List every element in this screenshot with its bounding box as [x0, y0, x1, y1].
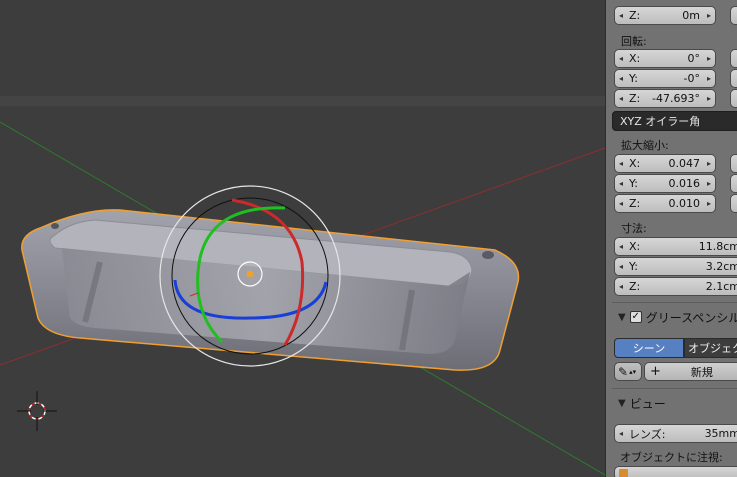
increment-arrow-icon[interactable]: ▸: [703, 94, 715, 103]
chevron-updown-icon: ▴▾: [629, 367, 637, 376]
tab-object[interactable]: オブジェクト: [684, 338, 737, 358]
field-label: Y:: [629, 177, 638, 190]
object-origin-dot: [246, 270, 254, 278]
field-value: 0°: [687, 52, 701, 65]
plus-icon: +: [650, 364, 661, 379]
decrement-arrow-icon[interactable]: ◂: [615, 11, 627, 20]
field-label: Z:: [629, 92, 641, 105]
rotation-label: 回転:: [621, 35, 647, 48]
rotation-mode-dropdown[interactable]: XYZ オイラー角: [612, 111, 737, 131]
dimensions-x-field[interactable]: ◂ X: 11.8cm: [614, 237, 737, 256]
pencil-icon: ✎: [618, 364, 629, 379]
field-value: 3.2cm: [705, 260, 737, 273]
scale-x-lock-toggle[interactable]: [730, 154, 737, 173]
rotation-y-lock-toggle[interactable]: [730, 69, 737, 88]
new-button-label: 新規: [690, 365, 713, 379]
tab-scene[interactable]: シーン: [614, 338, 684, 358]
increment-arrow-icon[interactable]: ▸: [703, 199, 715, 208]
location-z-field[interactable]: ◂ Z: 0m ▸: [614, 6, 716, 25]
scale-x-field[interactable]: ◂ X: 0.047 ▸: [614, 154, 716, 173]
grease-pencil-panel-header[interactable]: ▼ ✓ グリースペンシル: [612, 305, 737, 329]
lock-object-field[interactable]: [614, 466, 737, 477]
decrement-arrow-icon[interactable]: ◂: [615, 429, 627, 438]
3d-cursor-icon[interactable]: [17, 391, 57, 431]
rotation-mode-value: XYZ オイラー角: [620, 115, 701, 128]
decrement-arrow-icon[interactable]: ◂: [615, 94, 627, 103]
decrement-arrow-icon[interactable]: ◂: [615, 262, 627, 271]
grease-pencil-enable-checkbox[interactable]: ✓: [629, 311, 642, 323]
scale-y-field[interactable]: ◂ Y: 0.016 ▸: [614, 174, 716, 193]
rotation-x-lock-toggle[interactable]: [730, 49, 737, 68]
decrement-arrow-icon[interactable]: ◂: [615, 199, 627, 208]
field-value: 0m: [682, 9, 700, 22]
selected-object-tray[interactable]: [21, 209, 520, 371]
properties-sidebar[interactable]: ◂ Z: 0m ▸ 回転: ◂ X: 0° ▸ ◂ Y: -0° ▸ ◂ Z: …: [605, 0, 737, 477]
field-value: 35mm: [704, 427, 737, 440]
increment-arrow-icon[interactable]: ▸: [703, 11, 715, 20]
field-value: 11.8cm: [698, 240, 737, 253]
field-label: Y:: [629, 72, 638, 85]
decrement-arrow-icon[interactable]: ◂: [615, 282, 627, 291]
field-label: X:: [629, 157, 641, 170]
field-label: Z:: [629, 9, 641, 22]
dimensions-z-field[interactable]: ◂ Z: 2.1cm: [614, 277, 737, 296]
grease-pencil-panel-title: グリースペンシル: [645, 310, 737, 325]
field-value: 0.016: [668, 177, 701, 190]
rotation-y-field[interactable]: ◂ Y: -0° ▸: [614, 69, 716, 88]
viewport-canvas[interactable]: [0, 0, 605, 477]
scale-y-lock-toggle[interactable]: [730, 174, 737, 193]
field-label: Y:: [629, 260, 638, 273]
decrement-arrow-icon[interactable]: ◂: [615, 179, 627, 188]
collapse-triangle-icon[interactable]: ▼: [618, 312, 626, 323]
lens-field[interactable]: ◂ レンズ: 35mm: [614, 424, 737, 443]
field-label: レンズ:: [629, 427, 666, 441]
scale-z-lock-toggle[interactable]: [730, 194, 737, 213]
lock-to-object-label: オブジェクトに注視:: [620, 451, 723, 464]
field-label: X:: [629, 240, 641, 253]
location-z-lock-toggle[interactable]: [730, 6, 737, 25]
field-label: Z:: [629, 197, 641, 210]
horizon-band: [0, 96, 605, 106]
grease-pencil-data-browse[interactable]: ✎ ▴▾: [614, 362, 642, 381]
view-panel-header[interactable]: ▼ ビュー: [612, 391, 737, 415]
increment-arrow-icon[interactable]: ▸: [703, 179, 715, 188]
view-panel-title: ビュー: [629, 396, 666, 411]
increment-arrow-icon[interactable]: ▸: [703, 159, 715, 168]
cube-icon: [619, 468, 628, 477]
dimensions-label: 寸法:: [621, 222, 647, 235]
field-value: -0°: [683, 72, 700, 85]
panel-divider: [612, 388, 737, 389]
field-value: 0.047: [668, 157, 701, 170]
scale-z-field[interactable]: ◂ Z: 0.010 ▸: [614, 194, 716, 213]
tab-scene-label: シーン: [632, 342, 666, 355]
decrement-arrow-icon[interactable]: ◂: [615, 159, 627, 168]
rotation-x-field[interactable]: ◂ X: 0° ▸: [614, 49, 716, 68]
tab-object-label: オブジェクト: [688, 342, 737, 355]
3d-viewport[interactable]: [0, 0, 605, 477]
panel-divider: [612, 302, 737, 303]
field-value: 0.010: [668, 197, 701, 210]
collapse-triangle-icon[interactable]: ▼: [618, 398, 626, 409]
rotation-z-lock-toggle[interactable]: [730, 89, 737, 108]
decrement-arrow-icon[interactable]: ◂: [615, 242, 627, 251]
field-label: X:: [629, 52, 641, 65]
decrement-arrow-icon[interactable]: ◂: [615, 74, 627, 83]
field-value: 2.1cm: [705, 280, 737, 293]
rotation-z-field[interactable]: ◂ Z: -47.693° ▸: [614, 89, 716, 108]
increment-arrow-icon[interactable]: ▸: [703, 54, 715, 63]
decrement-arrow-icon[interactable]: ◂: [615, 54, 627, 63]
dimensions-y-field[interactable]: ◂ Y: 3.2cm: [614, 257, 737, 276]
field-label: Z:: [629, 280, 641, 293]
scale-label: 拡大縮小:: [621, 139, 669, 152]
new-grease-pencil-button[interactable]: + 新規: [644, 362, 737, 381]
field-value: -47.693°: [652, 92, 700, 105]
increment-arrow-icon[interactable]: ▸: [703, 74, 715, 83]
